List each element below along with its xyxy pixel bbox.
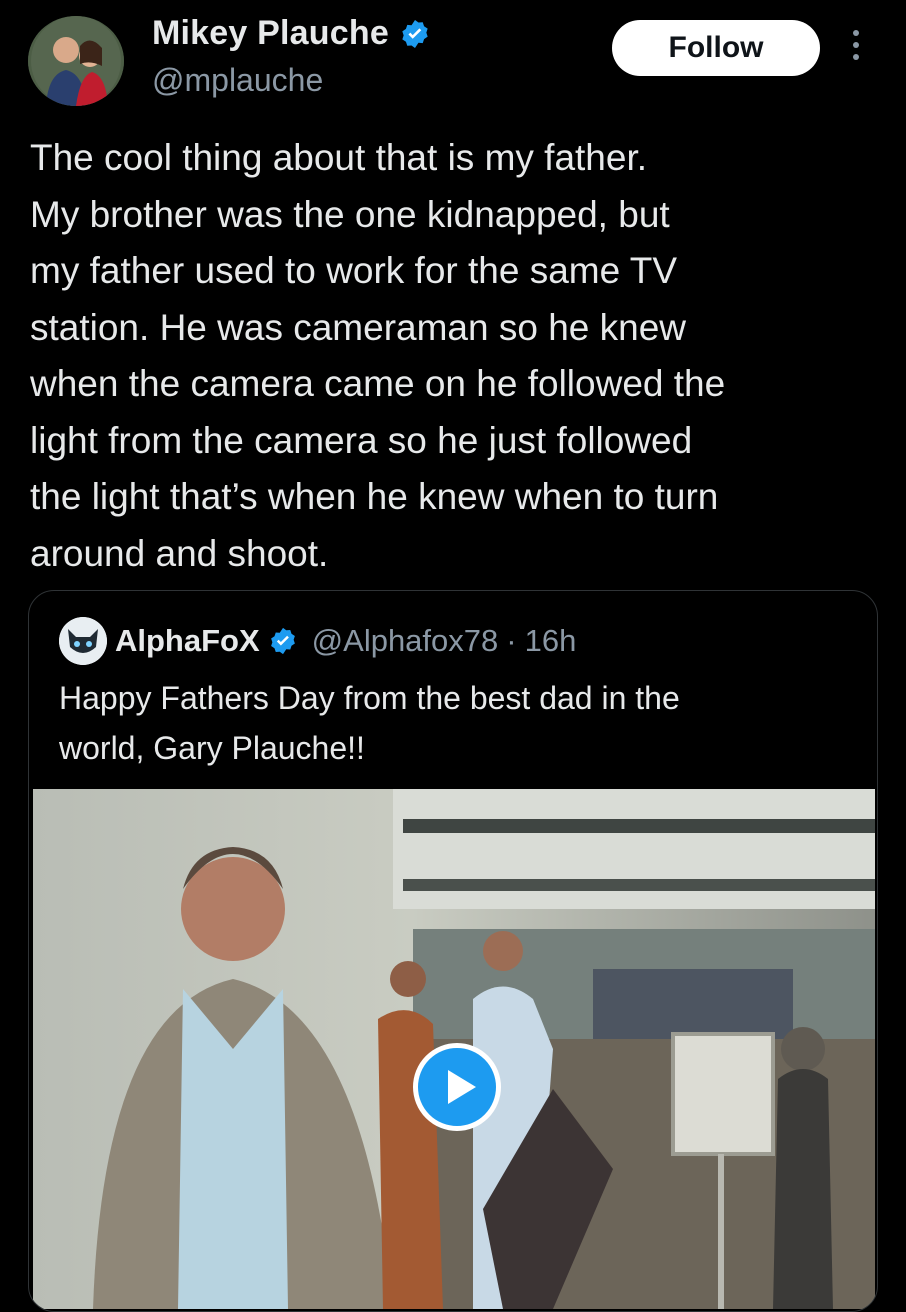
meta-separator: ·	[506, 623, 517, 658]
quoted-author-name[interactable]: AlphaFoX	[115, 623, 260, 659]
quoted-text: Happy Fathers Day from the best dad in t…	[59, 680, 680, 766]
post-header: Mikey Plauche @mplauche Follow	[0, 0, 906, 120]
post-text: The cool thing about that is my father. …	[30, 137, 726, 574]
author-avatar[interactable]	[28, 16, 124, 106]
more-options-icon[interactable]	[846, 30, 866, 70]
author-name-row: Mikey Plauche	[152, 14, 431, 53]
video-thumbnail[interactable]	[33, 789, 875, 1309]
author-handle[interactable]: @mplauche	[152, 62, 323, 99]
verified-badge-icon	[402, 19, 428, 48]
quoted-time: 16h	[524, 623, 577, 658]
play-button-icon[interactable]	[413, 1043, 501, 1131]
quoted-header: AlphaFoX @Alphafox78 · 16h	[59, 617, 576, 665]
quoted-verified-badge-icon	[270, 627, 295, 655]
follow-button[interactable]: Follow	[612, 20, 820, 76]
quoted-handle[interactable]: @Alphafox78	[312, 623, 499, 659]
quoted-post[interactable]: AlphaFoX @Alphafox78 · 16h Happy Fathers…	[28, 590, 878, 1312]
author-name[interactable]: Mikey Plauche	[152, 14, 389, 53]
quoted-avatar-icon	[59, 617, 107, 665]
